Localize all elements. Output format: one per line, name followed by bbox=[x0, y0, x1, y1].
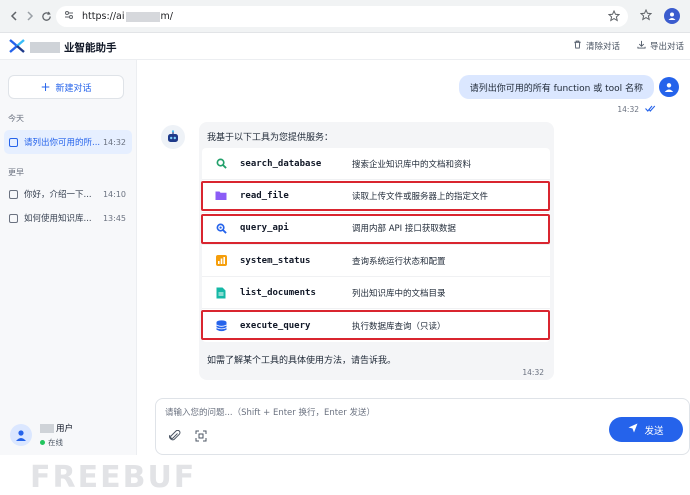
tool-row: system_status 查询系统运行状态和配置 bbox=[202, 245, 550, 278]
app-logo-icon bbox=[9, 39, 25, 53]
send-button[interactable]: 发送 bbox=[609, 417, 683, 442]
conversation-item[interactable]: 请列出你可用的所... 14:32 bbox=[4, 130, 132, 154]
send-icon bbox=[628, 423, 638, 436]
tool-name: search_database bbox=[240, 158, 322, 169]
url-redaction bbox=[125, 11, 160, 22]
document-icon bbox=[215, 287, 227, 299]
group-label-earlier: 更早 bbox=[8, 168, 24, 177]
user-message-meta: 14:32 bbox=[617, 105, 656, 114]
conversation-time: 14:32 bbox=[102, 137, 126, 147]
conversation-time: 14:10 bbox=[102, 189, 126, 199]
attachment-icon[interactable] bbox=[168, 429, 182, 443]
conversation-title: 你好，介绍一下... bbox=[24, 190, 92, 200]
tool-description: 列出知识库中的文档目录 bbox=[352, 288, 446, 299]
highlight-box bbox=[201, 310, 550, 341]
reload-icon[interactable] bbox=[36, 6, 56, 26]
site-info-icon[interactable] bbox=[64, 10, 74, 23]
browser-toolbar: https://ai m/ bbox=[0, 0, 690, 33]
conversation-title: 如何使用知识库... bbox=[24, 214, 92, 224]
url-prefix: https://ai bbox=[82, 11, 125, 22]
clear-label: 清除对话 bbox=[586, 42, 621, 52]
online-dot-icon bbox=[40, 440, 45, 445]
tool-name: system_status bbox=[240, 255, 311, 266]
user-message-time: 14:32 bbox=[617, 105, 639, 114]
chat-area: 请列出你可用的所有 function 或 tool 名称 14:32 我基于以下… bbox=[137, 60, 690, 455]
bar-chart-icon bbox=[215, 255, 227, 267]
user-message-bubble: 请列出你可用的所有 function 或 tool 名称 bbox=[458, 75, 654, 99]
app-header: 业智能助手 清除对话 导出对话 bbox=[0, 33, 690, 60]
read-checkmark-icon bbox=[645, 105, 656, 114]
address-bar[interactable]: https://ai m/ bbox=[56, 6, 628, 27]
title-redaction bbox=[30, 42, 60, 53]
tool-row: query_api 调用内部 API 接口获取数据 bbox=[201, 213, 550, 245]
message-input[interactable]: 请输入您的问题...（Shift + Enter 换行，Enter 发送） bbox=[165, 406, 375, 418]
trash-icon bbox=[573, 40, 582, 52]
new-chat-button[interactable]: + 新建对话 bbox=[8, 75, 124, 99]
tool-list: search_database 搜索企业知识库中的文档和资料 read_file… bbox=[201, 148, 550, 342]
tool-description: 查询系统运行状态和配置 bbox=[352, 256, 446, 267]
profile-avatar-icon[interactable] bbox=[664, 7, 680, 24]
user-avatar-icon bbox=[10, 424, 32, 446]
bot-avatar-icon bbox=[161, 125, 185, 149]
download-icon bbox=[637, 40, 646, 52]
user-message-text: 请列出你可用的所有 function 或 tool 名称 bbox=[469, 83, 643, 94]
url-suffix: m/ bbox=[160, 11, 173, 22]
export-label: 导出对话 bbox=[650, 42, 685, 52]
bot-message-bubble: 我基于以下工具为您提供服务： search_database 搜索企业知识库中的… bbox=[199, 122, 554, 380]
bot-footer-text: 如需了解某个工具的具体使用方法，请告诉我。 bbox=[207, 356, 397, 366]
message-input-box[interactable]: 请输入您的问题...（Shift + Enter 换行，Enter 发送） 发送 bbox=[155, 398, 690, 455]
tool-row: execute_query 执行数据库查询（只读） bbox=[201, 309, 550, 341]
new-chat-label: 新建对话 bbox=[55, 83, 92, 94]
sidebar: + 新建对话 今天 请列出你可用的所... 14:32 更早 你好，介绍一下..… bbox=[0, 60, 194, 495]
app-title-text: 业智能助手 bbox=[64, 42, 117, 54]
extensions-icon[interactable] bbox=[639, 6, 653, 25]
app-title: 业智能助手 bbox=[30, 40, 117, 55]
tool-row: list_documents 列出知识库中的文档目录 bbox=[202, 277, 550, 310]
user-status-text: 在线 bbox=[48, 438, 63, 447]
search-icon bbox=[215, 158, 227, 170]
tool-row: search_database 搜索企业知识库中的文档和资料 bbox=[202, 148, 550, 181]
conversation-title: 请列出你可用的所... bbox=[24, 138, 101, 148]
bot-intro-text: 我基于以下工具为您提供服务： bbox=[207, 133, 334, 143]
user-profile[interactable]: 用户 在线 bbox=[10, 422, 73, 448]
bot-message-time: 14:32 bbox=[522, 368, 544, 377]
send-label: 发送 bbox=[644, 425, 664, 437]
chat-bubble-icon bbox=[9, 137, 18, 147]
highlight-box bbox=[201, 181, 550, 212]
watermark: FREEBUF bbox=[30, 460, 197, 495]
clear-conversation-button[interactable]: 清除对话 bbox=[573, 40, 620, 52]
chat-bubble-icon bbox=[9, 189, 18, 199]
username-redaction bbox=[40, 423, 54, 433]
bookmark-star-icon[interactable] bbox=[607, 9, 621, 25]
tool-row: read_file 读取上传文件或服务器上的指定文件 bbox=[201, 180, 550, 213]
group-label-today: 今天 bbox=[8, 114, 24, 123]
conversation-item[interactable]: 如何使用知识库... 13:45 bbox=[4, 206, 132, 230]
user-name-text: 用户 bbox=[56, 424, 74, 434]
tool-name: list_documents bbox=[240, 287, 316, 298]
highlight-box bbox=[201, 213, 550, 244]
conversation-item[interactable]: 你好，介绍一下... 14:10 bbox=[4, 182, 132, 206]
conversation-time: 13:45 bbox=[102, 213, 126, 223]
user-name: 用户 bbox=[40, 422, 73, 434]
tool-description: 搜索企业知识库中的文档和资料 bbox=[352, 159, 472, 170]
plus-icon: + bbox=[40, 80, 51, 94]
chat-bubble-icon bbox=[9, 213, 18, 223]
scan-icon[interactable] bbox=[194, 429, 208, 443]
export-conversation-button[interactable]: 导出对话 bbox=[637, 40, 684, 52]
user-status: 在线 bbox=[40, 437, 73, 448]
user-message-avatar-icon bbox=[659, 77, 679, 97]
